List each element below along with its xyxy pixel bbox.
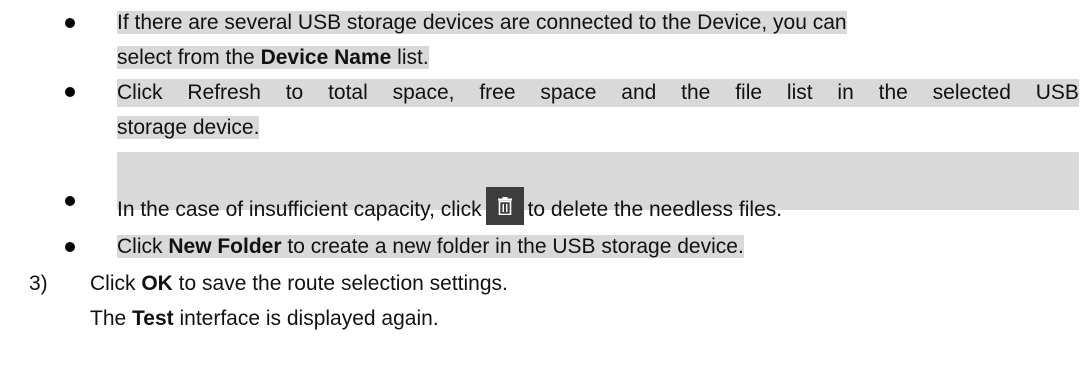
test-term: Test — [132, 307, 174, 330]
bullet-1-suffix: list. — [391, 46, 429, 69]
step-3-prefix: Click — [90, 272, 142, 295]
bullet-2-word: the — [681, 81, 711, 104]
step-3-suffix: to save the route selection settings. — [172, 272, 508, 295]
trash-icon — [485, 187, 524, 225]
bullet-2-word: file — [735, 81, 763, 104]
bullet-1-line-1: If there are several USB storage devices… — [117, 9, 847, 36]
bullet-2-word: USB — [1035, 81, 1079, 104]
bullet-4-prefix: Click — [117, 235, 169, 258]
bullet-2-line-2: storage device. — [117, 114, 260, 141]
bullet-2-word: the — [878, 81, 908, 104]
bullet-1-text-1: If there are several USB storage devices… — [117, 11, 847, 34]
bullet-marker — [65, 242, 75, 252]
bullet-3-line: In the case of insufficient capacity, cl… — [117, 187, 782, 225]
bullet-marker — [65, 87, 75, 97]
bullet-1-line-2: select from the Device Name list. — [117, 44, 429, 71]
bullet-2-line-1: Click Refresh to total space, free space and the… — [117, 79, 1079, 106]
ok-term: OK — [141, 272, 173, 295]
bullet-4-line: Click New Folder to create a new folder … — [117, 233, 744, 260]
device-name-term: Device Name — [260, 46, 392, 69]
bullet-2-word: total — [328, 81, 368, 104]
bullet-2-word: Refresh — [187, 81, 261, 104]
bullet-marker — [65, 18, 75, 28]
bullet-2-word: list — [786, 81, 813, 104]
step-3-line-2-prefix: The — [90, 307, 133, 330]
bullet-2-word: space, — [392, 81, 455, 104]
bullet-4-suffix: to create a new folder in the USB storag… — [281, 235, 744, 258]
bullet-marker — [65, 196, 75, 206]
bullet-2-word: to — [285, 81, 304, 104]
bullet-2-word: in — [837, 81, 854, 104]
bullet-2-word: selected — [932, 81, 1011, 104]
step-3-line-2-suffix: interface is displayed again. — [173, 307, 439, 330]
bullet-2-word: space — [540, 81, 597, 104]
step-3-line-2: The Test interface is displayed again. — [90, 305, 439, 332]
bullet-2-word: and — [621, 81, 657, 104]
bullet-3-prefix: In the case of insufficient capacity, cl… — [117, 198, 482, 221]
step-3-line-1: Click OK to save the route selection set… — [90, 270, 508, 297]
new-folder-term: New Folder — [168, 235, 282, 258]
bullet-1-prefix: select from the — [117, 46, 261, 69]
bullet-2-word: Click — [117, 81, 163, 104]
bullet-3-suffix: to delete the needless files. — [527, 198, 783, 221]
bullet-2-word: free — [479, 81, 516, 104]
bullet-2-text-2: storage device. — [117, 116, 260, 139]
step-number: 3) — [29, 272, 48, 295]
